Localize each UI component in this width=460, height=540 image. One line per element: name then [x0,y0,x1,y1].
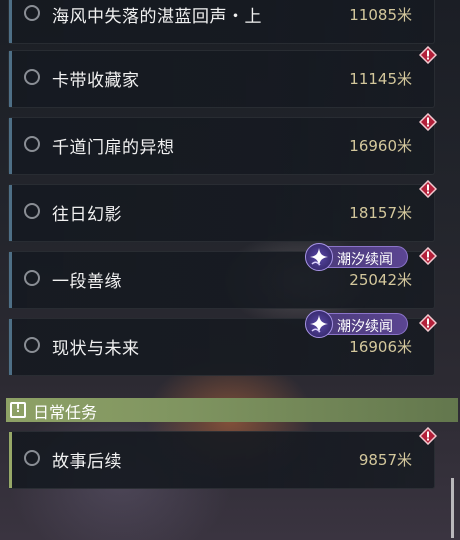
daily-quests-header[interactable]: 日常任务 [6,398,458,422]
quest-item[interactable]: 故事后续 9857米 [8,427,437,489]
scrollbar[interactable] [451,478,454,538]
tag-label: 潮汐续闻 [337,252,393,268]
quest-radio[interactable] [24,203,40,219]
quest-name: 一段善缘 [52,272,122,292]
exclamation-diamond-icon [419,113,437,131]
exclamation-diamond-icon [419,180,437,198]
tide-sparkle-icon [305,310,333,338]
exclamation-diamond-icon [419,46,437,64]
tide-tag-badge: 潮汐续闻 [305,310,408,338]
quest-radio[interactable] [24,270,40,286]
quest-item[interactable]: 一段善缘 25042米 潮汐续闻 [8,243,437,309]
quest-distance: 11085米 [349,6,412,24]
section-title: 日常任务 [33,403,98,422]
quest-distance: 9857米 [358,451,412,469]
quest-distance: 16960米 [349,137,412,155]
quest-radio[interactable] [24,136,40,152]
quest-item[interactable]: 卡带收藏家 11145米 [8,46,437,108]
tide-sparkle-icon [305,243,333,271]
quest-list: 海风中失落的湛蓝回声・上 11085米 卡带收藏家 11145米 千道门扉的异想… [0,0,460,540]
quest-item[interactable]: 海风中失落的湛蓝回声・上 11085米 [8,0,435,44]
quest-item[interactable]: 往日幻影 18157米 [8,180,437,242]
quest-name: 千道门扉的异想 [52,138,175,158]
quest-distance: 11145米 [349,70,412,88]
quest-radio[interactable] [24,450,40,466]
quest-name: 往日幻影 [52,205,122,225]
exclamation-diamond-icon [419,247,437,265]
quest-name: 海风中失落的湛蓝回声・上 [52,7,262,27]
quest-radio[interactable] [24,69,40,85]
quest-distance: 18157米 [349,204,412,222]
quest-name: 故事后续 [52,452,122,472]
quest-radio[interactable] [24,337,40,353]
quest-radio[interactable] [24,5,40,21]
exclamation-diamond-icon [419,314,437,332]
exclamation-diamond-icon [419,427,437,445]
tag-label: 潮汐续闻 [337,319,393,335]
tide-tag-badge: 潮汐续闻 [305,243,408,271]
exclamation-square-icon [10,402,26,418]
quest-name: 现状与未来 [52,339,140,359]
quest-name: 卡带收藏家 [52,71,140,91]
quest-item[interactable]: 千道门扉的异想 16960米 [8,113,437,175]
quest-item[interactable]: 现状与未来 16906米 潮汐续闻 [8,310,437,376]
quest-distance: 16906米 [349,338,412,356]
quest-distance: 25042米 [349,271,412,289]
